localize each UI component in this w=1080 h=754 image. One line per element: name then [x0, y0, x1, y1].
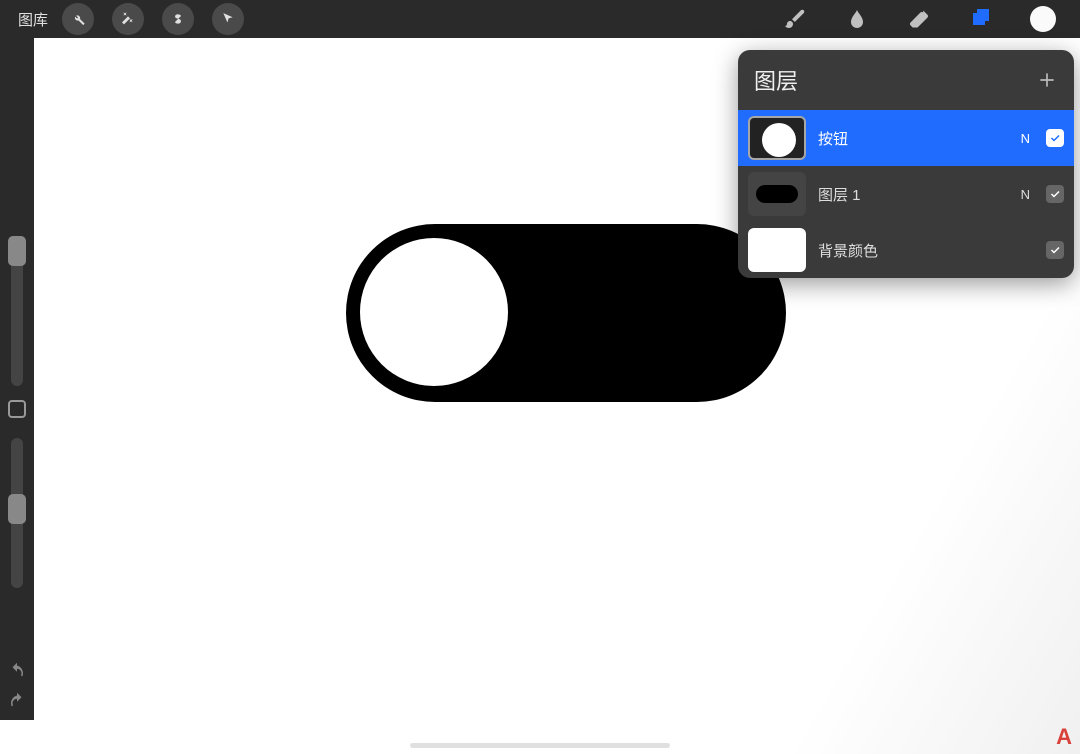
smudge-button[interactable] [836, 0, 878, 38]
wand-icon [120, 11, 136, 27]
layers-panel-title: 图层 [754, 64, 798, 96]
canvas-circle-knob [360, 238, 508, 386]
redo-button[interactable] [6, 690, 28, 712]
corner-watermark: A [1056, 724, 1072, 750]
undo-button[interactable] [6, 660, 28, 682]
slider-thumb[interactable] [8, 236, 26, 266]
layer-row[interactable]: 背景颜色 [738, 222, 1074, 278]
transform-button[interactable] [212, 3, 244, 35]
smudge-icon [845, 7, 869, 31]
check-icon [1049, 132, 1061, 144]
adjustments-button[interactable] [62, 3, 94, 35]
plus-icon [1037, 70, 1057, 90]
wand-button[interactable] [112, 3, 144, 35]
layer-thumbnail [748, 116, 806, 160]
layers-button[interactable] [960, 0, 1002, 38]
modify-button[interactable] [8, 400, 26, 418]
home-indicator [410, 743, 670, 748]
brush-icon [783, 7, 807, 31]
check-icon [1049, 244, 1061, 256]
layer-name-label: 按钮 [818, 128, 1009, 149]
undo-icon [8, 662, 26, 680]
layer-thumbnail [748, 228, 806, 272]
layer-blend-mode[interactable]: N [1021, 131, 1030, 146]
color-swatch[interactable] [1030, 6, 1056, 32]
s-icon [171, 12, 185, 26]
brush-size-slider[interactable] [11, 236, 23, 386]
top-toolbar: 图库 [0, 0, 1080, 38]
wrench-icon [70, 11, 86, 27]
layer-visibility-checkbox[interactable] [1046, 241, 1064, 259]
eraser-icon [907, 7, 931, 31]
layer-name-label: 图层 1 [818, 184, 1009, 205]
cursor-icon [221, 12, 235, 26]
check-icon [1049, 188, 1061, 200]
layer-visibility-checkbox[interactable] [1046, 185, 1064, 203]
layer-row[interactable]: 图层 1 N [738, 166, 1074, 222]
gallery-button[interactable]: 图库 [8, 9, 58, 30]
color-picker-button[interactable] [1022, 0, 1064, 38]
brush-button[interactable] [774, 0, 816, 38]
layers-panel: 图层 按钮 N 图层 1 N 背景颜色 [738, 50, 1074, 278]
layer-blend-mode[interactable]: N [1021, 187, 1030, 202]
left-sidebar [0, 38, 34, 720]
add-layer-button[interactable] [1036, 69, 1058, 91]
layer-row[interactable]: 按钮 N [738, 110, 1074, 166]
layer-thumbnail [748, 172, 806, 216]
eraser-button[interactable] [898, 0, 940, 38]
layers-icon [969, 7, 993, 31]
selection-button[interactable] [162, 3, 194, 35]
layers-panel-header: 图层 [738, 50, 1074, 110]
layer-name-label: 背景颜色 [818, 240, 1018, 261]
opacity-slider[interactable] [11, 438, 23, 588]
redo-icon [8, 692, 26, 710]
layer-visibility-checkbox[interactable] [1046, 129, 1064, 147]
slider-thumb[interactable] [8, 494, 26, 524]
